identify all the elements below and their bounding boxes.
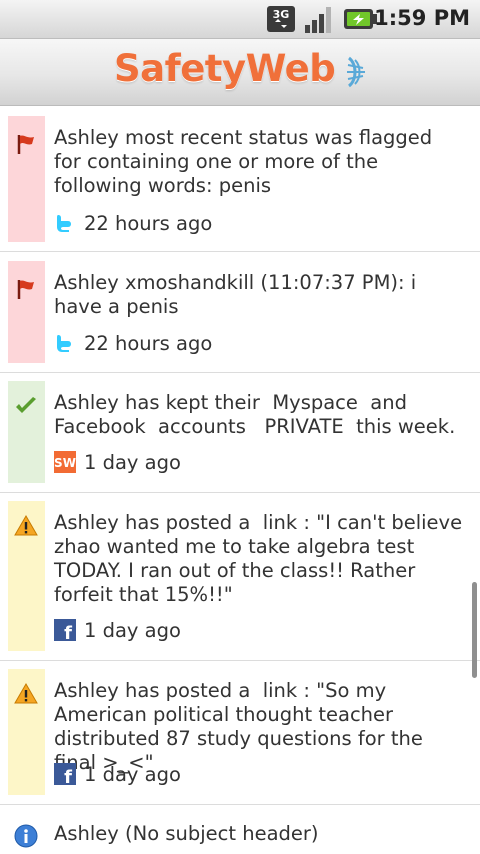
feed-item-time: 22 hours ago	[84, 211, 213, 235]
facebook-icon: f	[54, 619, 76, 641]
feed-item-text: Ashley (No subject header)	[54, 822, 319, 845]
feed-item[interactable]: Ashley has posted a link : "So my Americ…	[0, 660, 480, 805]
feed-item-meta: 22 hours ago	[54, 331, 212, 355]
twitter-icon	[57, 335, 71, 352]
facebook-label: f	[64, 767, 72, 785]
logo-web-icon	[347, 56, 365, 88]
feed-item-text: Ashley most recent status was flagged fo…	[54, 126, 439, 197]
red-flag-icon	[17, 280, 34, 299]
feed-item[interactable]: Ashley has kept their Myspace and Facebo…	[0, 372, 480, 493]
warning-triangle-icon	[14, 683, 38, 704]
feed-item[interactable]: Ashley has posted a link : "I can't beli…	[0, 492, 480, 661]
feed-item-meta: f 1 day ago	[54, 762, 181, 786]
feed-item-meta: f 1 day ago	[54, 618, 181, 642]
feed-item-time: 1 day ago	[84, 762, 181, 786]
feed-item-meta: 22 hours ago	[54, 211, 212, 235]
info-circle-icon	[14, 824, 38, 848]
safetyweb-sw-icon: SW	[54, 451, 76, 473]
feed-item-time: 1 day ago	[84, 450, 181, 474]
sw-label: SW	[54, 456, 76, 470]
red-flag-icon	[17, 135, 34, 154]
feed-item-time: 1 day ago	[84, 618, 181, 642]
feed-item-text: Ashley has posted a link : "So my Americ…	[54, 679, 430, 774]
3g-icon: 3G	[267, 6, 295, 32]
feed-item-text: Ashley xmoshandkill (11:07:37 PM): i hav…	[54, 271, 423, 318]
clock-time: 1:59 PM	[374, 6, 470, 30]
feed-item-time: 22 hours ago	[84, 331, 213, 355]
scrollbar[interactable]	[472, 582, 477, 678]
status-bar: 3G 1:59 PM	[0, 0, 480, 39]
green-check-icon	[16, 397, 36, 413]
feed-item[interactable]: Ashley xmoshandkill (11:07:37 PM): i hav…	[0, 251, 480, 373]
signal-bars-icon	[305, 7, 331, 33]
feed-item-meta: SW 1 day ago	[54, 450, 181, 474]
feed-item-text: Ashley has posted a link : "I can't beli…	[54, 511, 469, 606]
feed-item-text: Ashley has kept their Myspace and Facebo…	[54, 391, 456, 438]
twitter-icon	[57, 215, 71, 232]
facebook-icon: f	[54, 763, 76, 785]
safetyweb-logo: SafetyWeb	[114, 47, 336, 90]
battery-charging-icon	[344, 9, 377, 29]
facebook-label: f	[64, 623, 72, 641]
feed-item[interactable]: Ashley most recent status was flagged fo…	[0, 106, 480, 252]
warning-triangle-icon	[14, 515, 38, 536]
feed-item[interactable]: Ashley (No subject header)	[0, 804, 480, 854]
network-label: 3G	[273, 8, 290, 21]
